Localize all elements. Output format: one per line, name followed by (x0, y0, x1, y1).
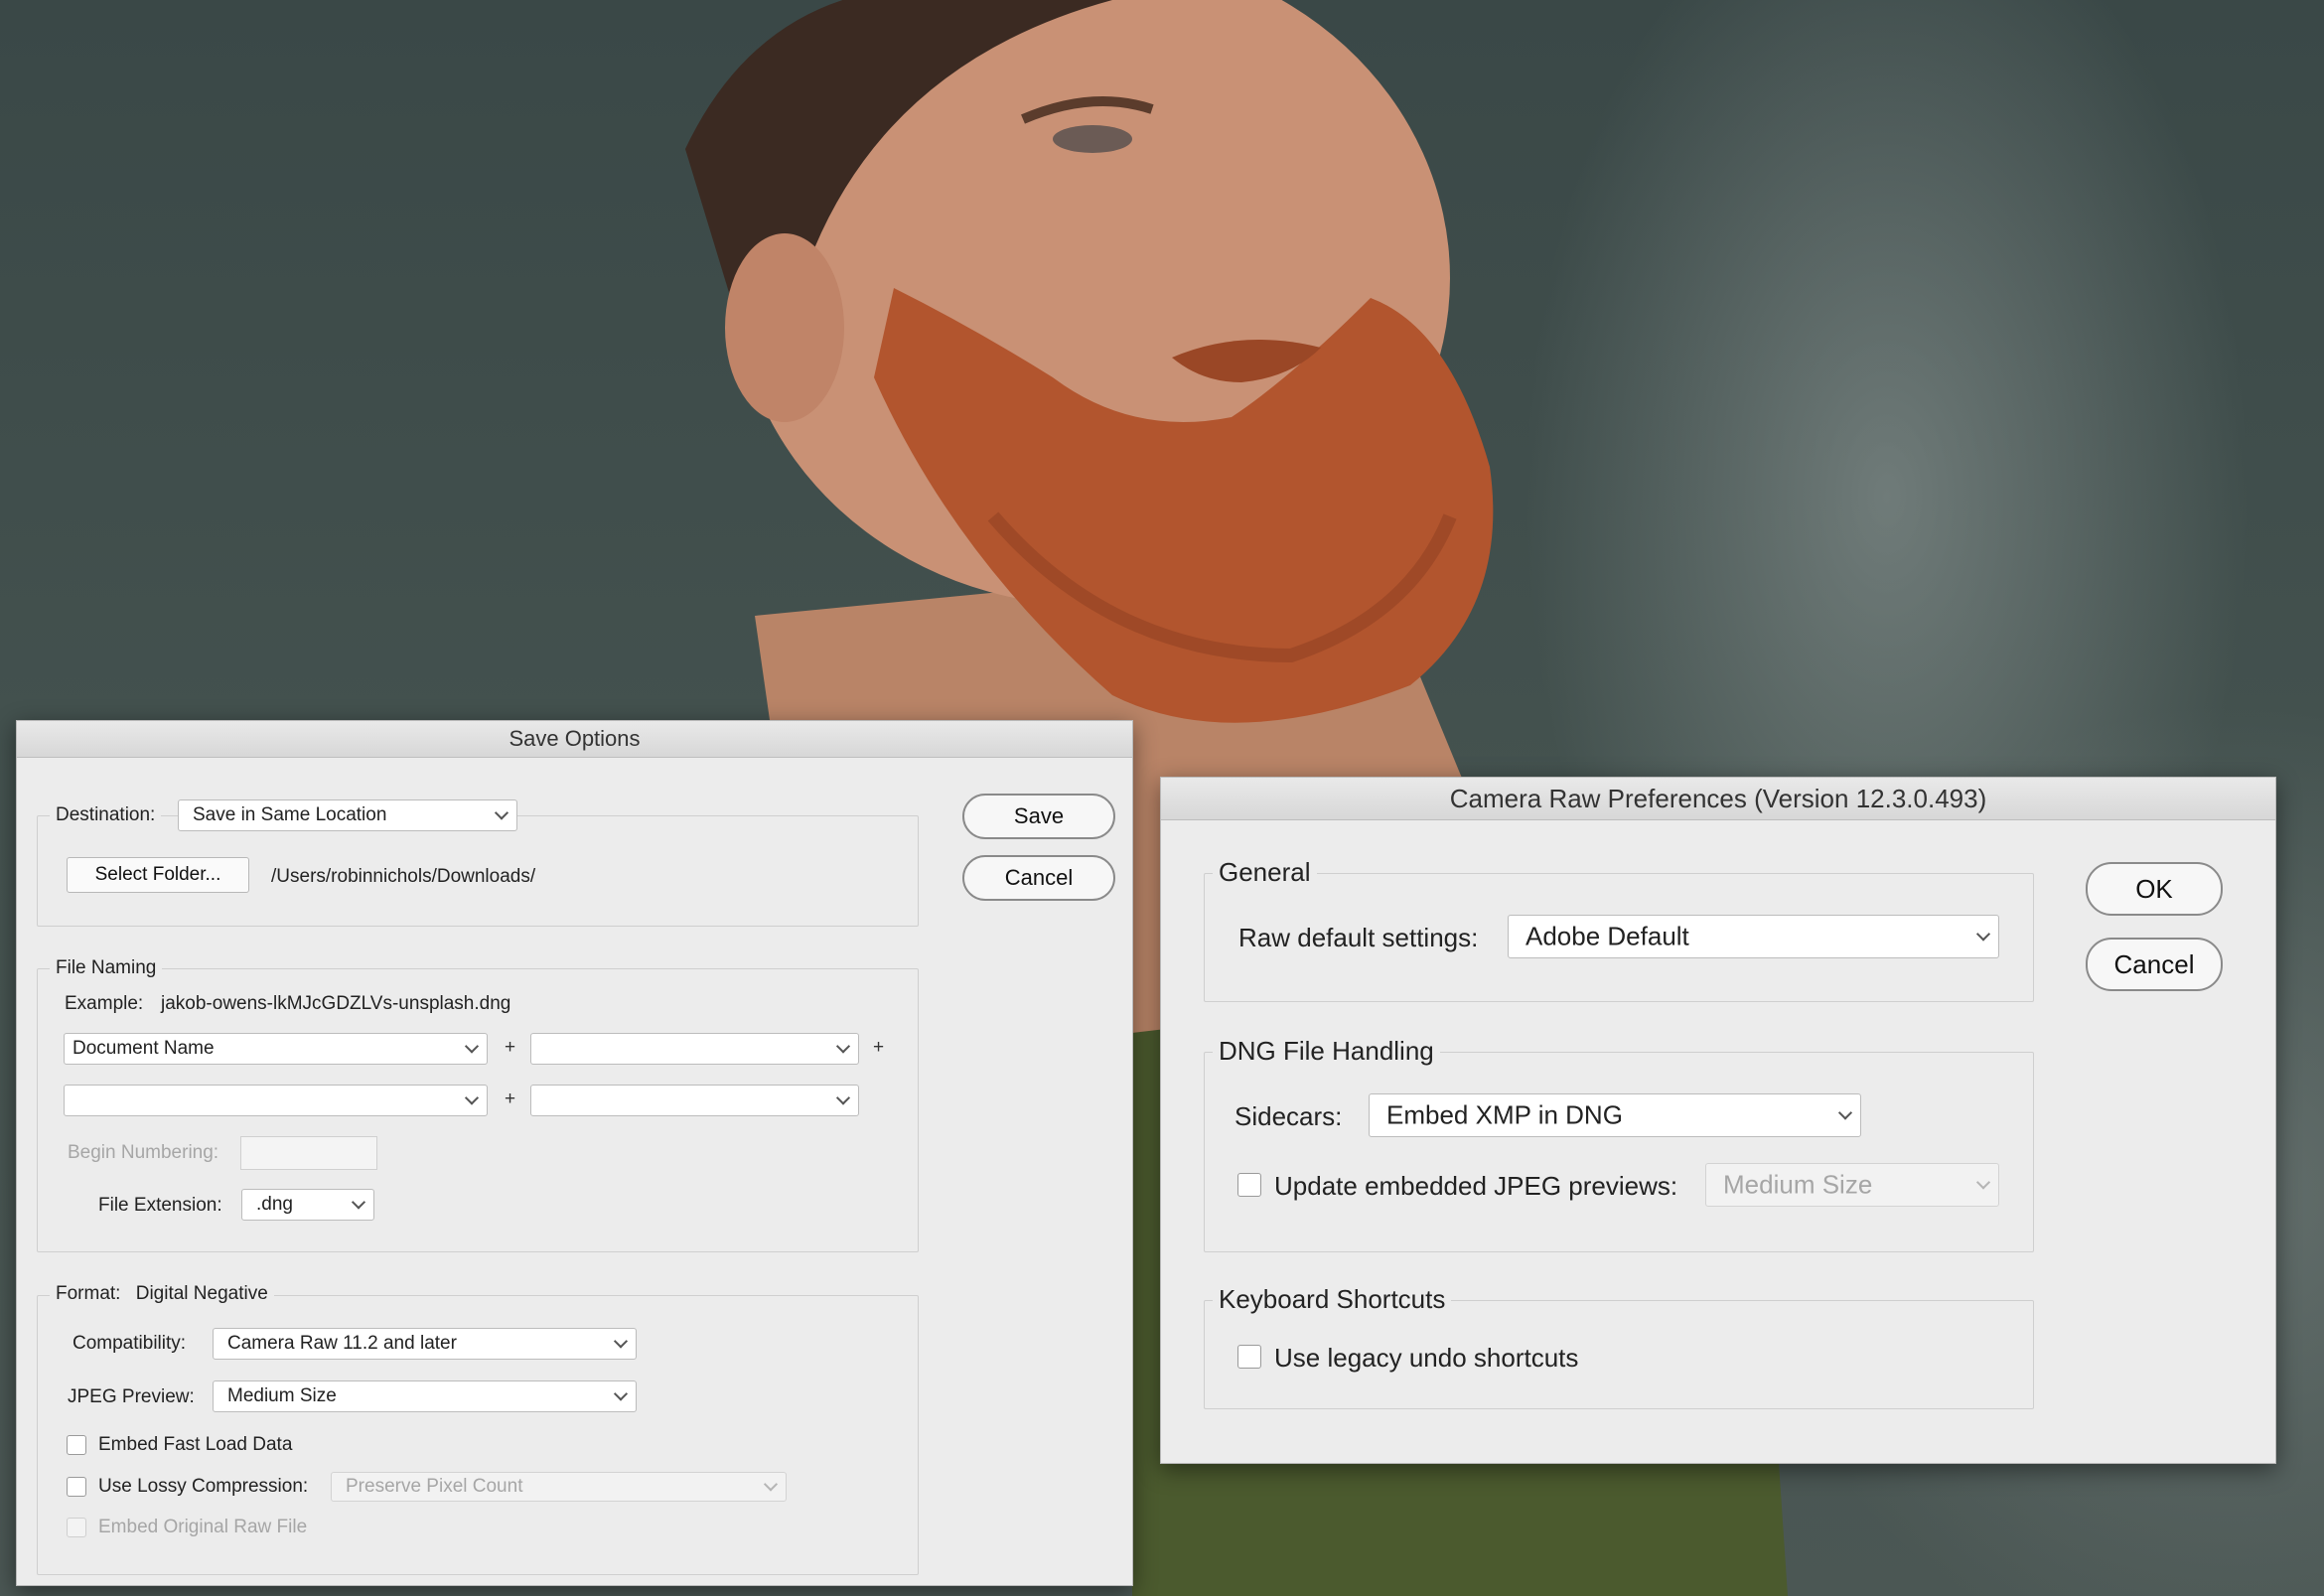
update-jpeg-previews-label: Update embedded JPEG previews: (1274, 1171, 1678, 1201)
lossy-compression-label: Use Lossy Compression: (98, 1476, 309, 1497)
format-value: Digital Negative (135, 1283, 268, 1304)
camera-raw-preferences-titlebar[interactable]: Camera Raw Preferences (Version 12.3.0.4… (1161, 778, 2275, 820)
chevron-down-icon (464, 1090, 480, 1105)
raw-default-select[interactable]: Adobe Default (1508, 915, 1999, 958)
sidecars-select[interactable]: Embed XMP in DNG (1369, 1093, 1861, 1137)
example-value: jakob-owens-lkMJcGDZLVs-unsplash.dng (161, 993, 511, 1014)
file-extension-label: File Extension: (98, 1195, 222, 1216)
camera-raw-preferences-dialog: Camera Raw Preferences (Version 12.3.0.4… (1160, 777, 2276, 1464)
naming-field-4[interactable] (530, 1085, 859, 1116)
destination-select[interactable]: Save in Same Location (178, 799, 517, 831)
compatibility-value: Camera Raw 11.2 and later (227, 1333, 457, 1354)
file-naming-legend: File Naming (50, 957, 163, 979)
file-extension-select[interactable]: .dng (241, 1189, 374, 1221)
destination-label: Destination: (50, 804, 162, 826)
destination-path: /Users/robinnichols/Downloads/ (271, 866, 536, 887)
embed-raw-checkbox[interactable] (67, 1518, 86, 1537)
general-legend: General (1213, 857, 1317, 888)
example-label: Example: (65, 993, 144, 1014)
file-extension-value: .dng (256, 1194, 293, 1215)
format-legend: Format: Digital Negative (50, 1283, 274, 1305)
chevron-down-icon (351, 1195, 366, 1210)
sidecars-value: Embed XMP in DNG (1386, 1099, 1623, 1130)
cancel-button[interactable]: Cancel (962, 855, 1115, 901)
begin-numbering-label: Begin Numbering: (68, 1142, 219, 1163)
chevron-down-icon (1975, 1175, 1991, 1190)
embed-raw-label: Embed Original Raw File (98, 1517, 308, 1537)
lossy-compression-checkbox[interactable] (67, 1477, 86, 1497)
select-folder-button[interactable]: Select Folder... (67, 857, 249, 893)
chevron-down-icon (613, 1334, 629, 1349)
chevron-down-icon (613, 1386, 629, 1401)
plus-sign: + (873, 1037, 885, 1058)
naming-field-2[interactable] (530, 1033, 859, 1065)
embed-fast-load-checkbox[interactable] (67, 1435, 86, 1455)
chevron-down-icon (1975, 927, 1991, 942)
jpeg-preview-select[interactable]: Medium Size (213, 1380, 637, 1412)
chevron-down-icon (835, 1039, 851, 1054)
save-options-dialog: Save Options Destination: Save in Same L… (16, 720, 1133, 1586)
dng-file-handling-legend: DNG File Handling (1213, 1036, 1440, 1067)
naming-field-3[interactable] (64, 1085, 488, 1116)
lossy-compression-select[interactable]: Preserve Pixel Count (331, 1472, 787, 1502)
ok-button[interactable]: OK (2086, 862, 2223, 916)
legacy-undo-label: Use legacy undo shortcuts (1274, 1343, 1579, 1373)
update-jpeg-previews-value: Medium Size (1723, 1169, 1873, 1200)
keyboard-shortcuts-legend: Keyboard Shortcuts (1213, 1284, 1452, 1315)
compatibility-label: Compatibility: (73, 1333, 187, 1354)
compatibility-select[interactable]: Camera Raw 11.2 and later (213, 1328, 637, 1360)
raw-default-value: Adobe Default (1525, 921, 1689, 951)
save-options-titlebar[interactable]: Save Options (17, 721, 1132, 758)
destination-value: Save in Same Location (193, 804, 387, 825)
plus-sign: + (505, 1037, 516, 1058)
legacy-undo-checkbox[interactable] (1237, 1345, 1261, 1369)
chevron-down-icon (763, 1477, 779, 1492)
jpeg-preview-value: Medium Size (227, 1385, 337, 1406)
dng-file-handling-group (1204, 1052, 2034, 1252)
chevron-down-icon (835, 1090, 851, 1105)
update-jpeg-previews-select[interactable]: Medium Size (1705, 1163, 1999, 1207)
lossy-compression-value: Preserve Pixel Count (346, 1476, 523, 1497)
jpeg-preview-label: JPEG Preview: (68, 1386, 195, 1407)
chevron-down-icon (494, 805, 509, 820)
embed-fast-load-label: Embed Fast Load Data (98, 1434, 293, 1455)
update-jpeg-previews-checkbox[interactable] (1237, 1173, 1261, 1197)
raw-default-label: Raw default settings: (1238, 923, 1479, 952)
save-button[interactable]: Save (962, 794, 1115, 839)
format-label: Format: (56, 1283, 121, 1304)
plus-sign: + (505, 1088, 516, 1109)
naming-field-1-value: Document Name (73, 1038, 215, 1059)
chevron-down-icon (464, 1039, 480, 1054)
naming-field-1[interactable]: Document Name (64, 1033, 488, 1065)
begin-numbering-input[interactable] (240, 1136, 377, 1170)
sidecars-label: Sidecars: (1235, 1101, 1343, 1131)
cancel-button[interactable]: Cancel (2086, 938, 2223, 991)
chevron-down-icon (1837, 1105, 1853, 1120)
